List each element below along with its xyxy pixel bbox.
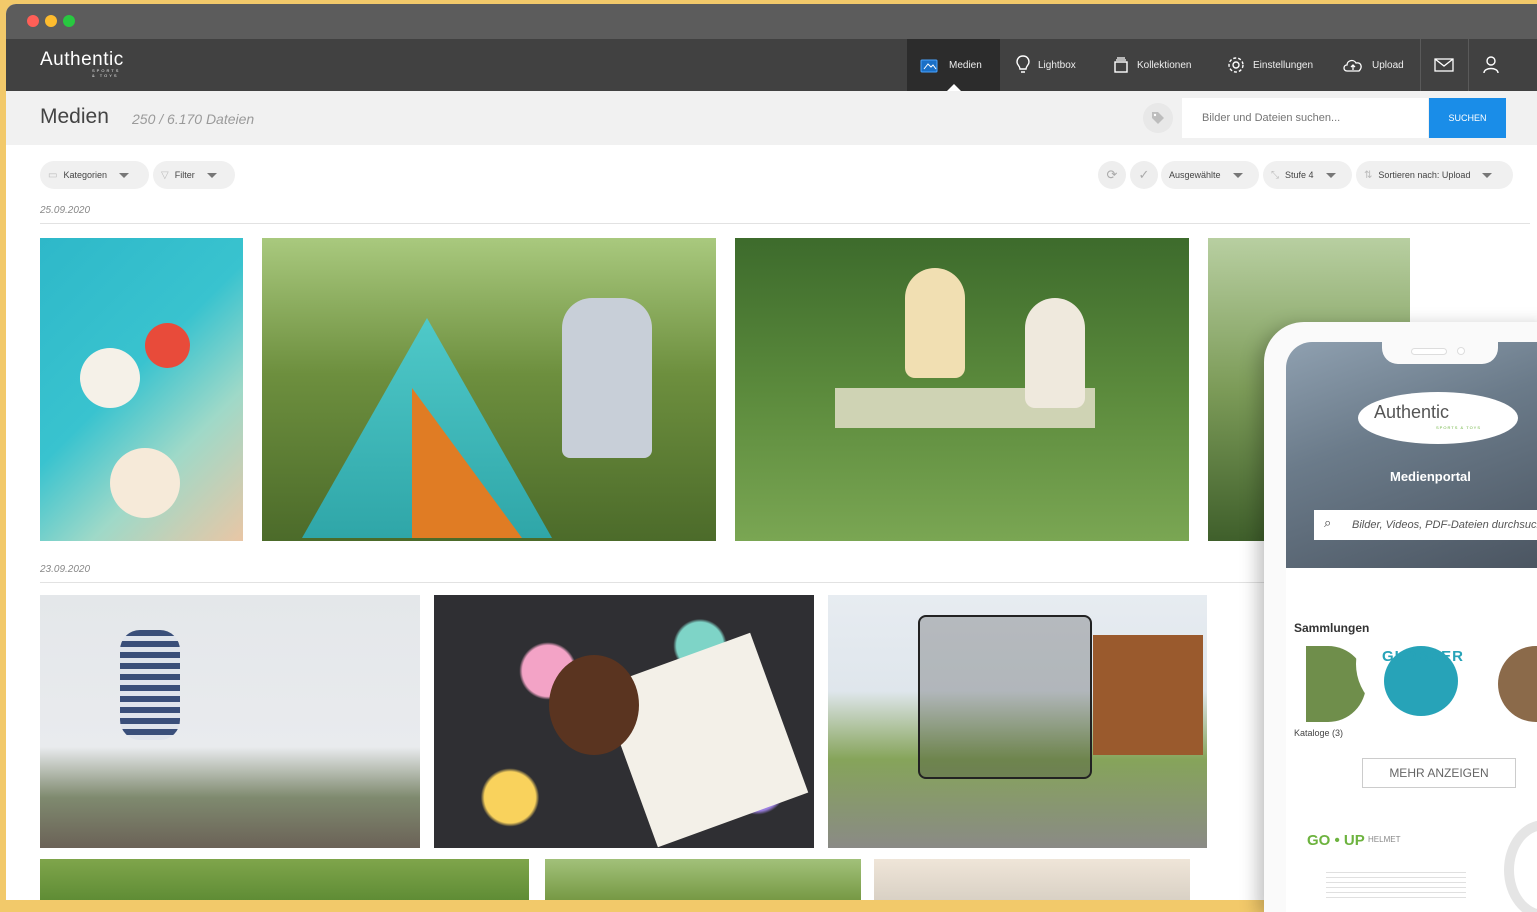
active-indicator	[947, 84, 961, 91]
phone-speaker	[1412, 349, 1446, 354]
nav-label-lightbox: Lightbox	[1038, 59, 1076, 71]
phone-search-placeholder: Bilder, Videos, PDF-Dateien durchsuchen	[1352, 519, 1537, 531]
messages-button[interactable]	[1434, 39, 1454, 91]
window-titlebar	[6, 4, 1537, 39]
chevron-down-icon	[1325, 172, 1336, 178]
nav-separator	[1420, 39, 1421, 91]
logo-subtext: SPORTS & TOYS	[92, 68, 121, 78]
phone-camera	[1458, 348, 1464, 354]
funnel-icon: ▽	[161, 169, 169, 181]
folder-icon: ▭	[48, 169, 58, 181]
nav-item-upload[interactable]: Upload	[1342, 39, 1404, 91]
media-thumbnail[interactable]	[735, 238, 1189, 541]
phone-search-field[interactable]: ⌕ Bilder, Videos, PDF-Dateien durchsuche…	[1314, 510, 1537, 540]
user-icon	[1483, 56, 1499, 74]
media-icon	[920, 59, 938, 73]
level-dropdown[interactable]: ⤡ Stufe 4	[1263, 161, 1352, 189]
file-count: 250 / 6.170 Dateien	[132, 111, 255, 127]
nav-label-medien: Medien	[949, 59, 982, 71]
nav-item-lightbox[interactable]: Lightbox	[1016, 39, 1076, 91]
user-profile-button[interactable]	[1483, 39, 1499, 91]
chevron-down-icon	[119, 172, 129, 178]
search-button[interactable]: SUCHEN	[1429, 98, 1506, 138]
refresh-button[interactable]: ⟳	[1098, 161, 1126, 189]
phone-portal-title: Medienportal	[1390, 469, 1471, 484]
brochure-preview	[1326, 872, 1466, 902]
media-thumbnail[interactable]	[40, 859, 529, 900]
tag-filter-button[interactable]	[1143, 103, 1173, 133]
group-date: 25.09.2020	[40, 205, 91, 216]
phone-logo-text: Authentic	[1374, 402, 1450, 422]
media-thumbnail[interactable]	[874, 859, 1190, 900]
phone-screen: Authentic SPORTS & TOYS Medienportal ⌕ B…	[1286, 342, 1537, 912]
nav-label-upload: Upload	[1372, 59, 1404, 71]
media-thumbnail[interactable]	[262, 238, 716, 541]
window-maximize-dot[interactable]	[63, 15, 75, 27]
top-navigation: Authentic SPORTS & TOYS Medien Lightbox …	[6, 39, 1537, 91]
collections-heading: Sammlungen	[1294, 621, 1370, 635]
phone-notch	[1382, 342, 1498, 364]
window-minimize-dot[interactable]	[45, 15, 57, 27]
helmet-preview	[1504, 820, 1537, 912]
chevron-down-icon	[1482, 172, 1493, 178]
collection-carousel[interactable]: GLOBBER	[1306, 646, 1537, 722]
categories-label: Kategorien	[63, 170, 107, 180]
goup-brand: GO • UP	[1307, 832, 1365, 849]
nav-label-kollektionen: Kollektionen	[1137, 59, 1192, 71]
sort-label: Sortieren nach: Upload	[1378, 170, 1471, 180]
filter-dropdown[interactable]: ▽ Filter	[153, 161, 235, 189]
chevron-down-icon	[206, 172, 217, 178]
lightbulb-icon	[1016, 55, 1030, 73]
collection-thumb-globber: GLOBBER	[1356, 646, 1486, 722]
more-button[interactable]: MEHR ANZEIGEN	[1362, 758, 1516, 788]
collection-icon	[1114, 57, 1128, 73]
selected-dropdown[interactable]: Ausgewählte	[1161, 161, 1259, 189]
nav-item-kollektionen[interactable]: Kollektionen	[1113, 39, 1191, 91]
envelope-icon	[1434, 58, 1454, 72]
level-label: Stufe 4	[1285, 170, 1314, 180]
catalogs-count: Kataloge (3)	[1294, 728, 1344, 738]
phone-hero-image: Authentic SPORTS & TOYS Medienportal ⌕ B…	[1286, 342, 1537, 568]
cloud-upload-icon	[1343, 59, 1362, 72]
media-thumbnail[interactable]	[434, 595, 814, 848]
window-close-dot[interactable]	[27, 15, 39, 27]
nav-label-einstellungen: Einstellungen	[1253, 59, 1314, 71]
nav-separator	[1468, 39, 1469, 91]
search-input[interactable]	[1182, 98, 1428, 138]
resize-icon: ⤡	[1271, 169, 1279, 181]
group-date: 23.09.2020	[40, 564, 91, 575]
collection-thumb	[1498, 646, 1537, 722]
media-thumbnail[interactable]	[545, 859, 861, 900]
select-all-button[interactable]: ✓	[1130, 161, 1158, 189]
search-icon: ⌕	[1324, 515, 1332, 530]
page-title: Medien	[40, 105, 109, 128]
sort-dropdown[interactable]: ⇅ Sortieren nach: Upload	[1356, 161, 1513, 189]
selected-label: Ausgewählte	[1169, 170, 1221, 180]
phone-mockup: Authentic SPORTS & TOYS Medienportal ⌕ B…	[1264, 322, 1537, 912]
logo-text: Authentic	[40, 49, 124, 70]
media-thumbnail[interactable]	[40, 595, 420, 848]
group-divider	[40, 223, 1530, 224]
nav-item-medien[interactable]: Medien	[907, 39, 1000, 91]
tag-icon	[1152, 112, 1164, 124]
brand-logo[interactable]: Authentic SPORTS & TOYS	[40, 49, 124, 78]
goup-brand-sub: HELMET	[1368, 835, 1401, 844]
media-thumbnail[interactable]	[828, 595, 1207, 848]
globber-brand-text: GLOBBER	[1382, 648, 1464, 665]
phone-logo-subtext: SPORTS & TOYS	[1436, 425, 1482, 430]
page-header: Medien 250 / 6.170 Dateien SUCHEN	[6, 91, 1537, 145]
gear-icon	[1228, 57, 1244, 73]
media-thumbnail[interactable]	[40, 238, 243, 541]
filter-label: Filter	[174, 170, 195, 180]
phone-logo-badge: Authentic SPORTS & TOYS	[1358, 392, 1518, 444]
chevron-down-icon	[1232, 172, 1243, 178]
sort-icon: ⇅	[1364, 169, 1373, 181]
nav-item-einstellungen[interactable]: Einstellungen	[1227, 39, 1313, 91]
categories-dropdown[interactable]: ▭ Kategorien	[40, 161, 149, 189]
